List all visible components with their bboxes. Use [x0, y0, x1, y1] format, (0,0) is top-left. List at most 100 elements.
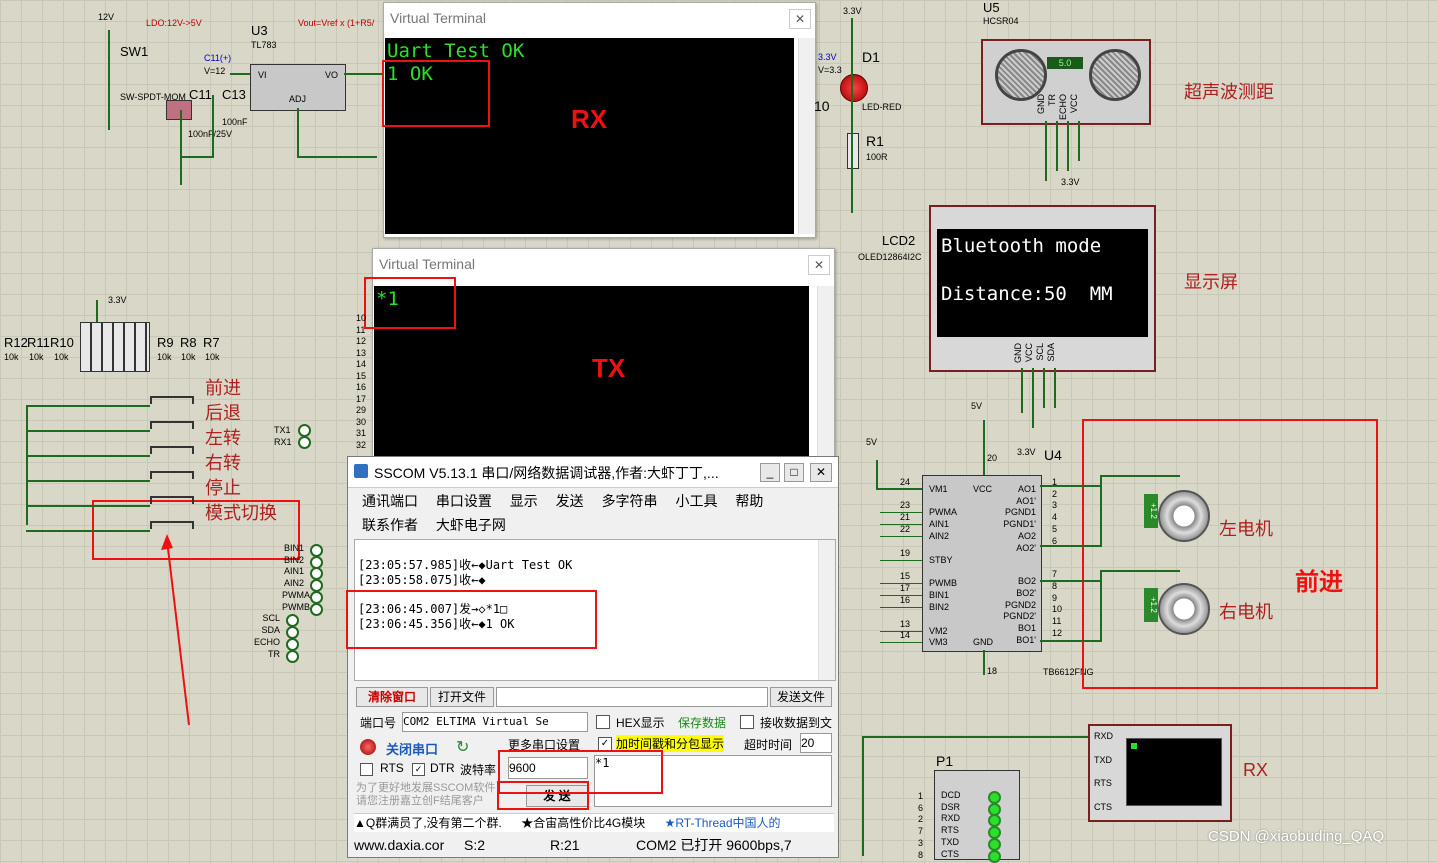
u4-pin-label: GND: [973, 637, 993, 647]
u4-pin-number: 6: [1052, 535, 1058, 546]
led-red[interactable]: [840, 74, 868, 102]
menu-multistring[interactable]: 多字符串: [602, 493, 658, 509]
vt-rx-title: Virtual Terminal: [384, 3, 815, 33]
send-file-button[interactable]: 发送文件: [770, 687, 832, 707]
mcu-pin-label: BIN1: [283, 543, 304, 553]
rx1-label: RX1: [274, 437, 292, 447]
log-scrollbar[interactable]: [818, 540, 835, 680]
maximize-button[interactable]: □: [784, 463, 804, 482]
open-file-button[interactable]: 打开文件: [430, 687, 494, 707]
display-caption: 显示屏: [1184, 272, 1238, 292]
save-data-button[interactable]: 保存数据: [678, 714, 726, 731]
lcd-v5: 5V: [971, 401, 983, 411]
vt-rx-scrollbar[interactable]: [798, 38, 815, 234]
menu-serial-settings[interactable]: 串口设置: [436, 493, 492, 509]
rts-label: RTS: [380, 761, 404, 775]
minimize-button[interactable]: _: [760, 463, 780, 482]
c13-label: C13: [222, 87, 246, 102]
rts-checkbox[interactable]: [360, 763, 373, 776]
p1-pin-label: DCD: [941, 790, 961, 800]
u4-pin-label: PGND1: [1004, 507, 1036, 518]
u5-label: U5: [983, 0, 1000, 15]
sscom-window[interactable]: SSCOM V5.13.1 串口/网络数据调试器,作者:大虾丁丁,... _ □…: [347, 456, 839, 858]
u3-adj: ADJ: [289, 94, 307, 104]
menu-help[interactable]: 帮助: [735, 493, 763, 509]
pin-terminal[interactable]: [286, 650, 299, 663]
push-button[interactable]: [150, 396, 194, 404]
u4-pin-label: PWMB: [929, 578, 957, 588]
u4-pin-number: 23: [900, 500, 911, 510]
port-status-icon: [360, 739, 376, 755]
rx1-terminal[interactable]: [298, 436, 311, 449]
mcu-pin-label: AIN1: [283, 566, 304, 577]
push-button[interactable]: [150, 421, 194, 429]
push-button[interactable]: [150, 471, 194, 479]
p1-pin-number: 7: [918, 826, 924, 837]
ticker-3[interactable]: ★RT-Thread中国人的: [665, 816, 781, 830]
u4-pin-number: 19: [900, 548, 911, 558]
lcd2-label: LCD2: [882, 233, 916, 248]
close-icon[interactable]: ✕: [789, 9, 811, 29]
ticker-2[interactable]: ★合宙高性价比4G模块: [521, 816, 645, 830]
file-path-input[interactable]: [496, 687, 768, 707]
u4-pin-label: AO1': [1016, 495, 1036, 506]
close-port-button[interactable]: 关闭串口: [386, 739, 438, 758]
menu-tools[interactable]: 小工具: [675, 493, 717, 509]
menu-send[interactable]: 发送: [556, 493, 584, 509]
pin-number: 10: [356, 313, 367, 323]
sscom-title: SSCOM V5.13.1 串口/网络数据调试器,作者:大虾丁丁,...: [374, 465, 719, 481]
arrow-icon: [161, 534, 190, 726]
u4-pin-label: BIN2: [929, 602, 950, 612]
u4-v5: 5V: [866, 437, 878, 447]
port-select[interactable]: COM2 ELTIMA Virtual Se: [402, 712, 588, 732]
u4-label: U4: [1044, 447, 1062, 463]
timeout-input[interactable]: 20: [800, 733, 832, 753]
p1-pin-terminal[interactable]: [988, 849, 1001, 863]
pin-number: 16: [356, 382, 367, 392]
menu-display[interactable]: 显示: [510, 493, 538, 509]
capacitor-c11[interactable]: [166, 100, 192, 120]
lcd-pin-label: VCC: [1024, 343, 1034, 363]
right-motor-icon[interactable]: [1158, 583, 1210, 635]
menu-port[interactable]: 通讯端口: [362, 493, 418, 509]
wire: [26, 480, 150, 482]
menu-daxia[interactable]: 大虾电子网: [436, 517, 506, 533]
dtr-checkbox[interactable]: ✓: [412, 763, 425, 776]
status-url[interactable]: www.daxia.cor: [354, 835, 444, 855]
close-icon[interactable]: ✕: [808, 255, 830, 275]
close-button[interactable]: ✕: [810, 463, 832, 482]
pin-terminal[interactable]: [310, 590, 323, 604]
recv-to-file-checkbox[interactable]: [740, 715, 754, 729]
resistor-bank[interactable]: [80, 322, 150, 372]
vt-tx-scrollbar[interactable]: [817, 286, 834, 458]
refresh-icon[interactable]: ↻: [456, 737, 469, 757]
u4-pin-number: 5: [1052, 523, 1058, 534]
pin-number: 29: [356, 405, 367, 415]
promo-text: 为了更好地发展SSCOM软件 请您注册嘉立创F结尾客户: [356, 782, 496, 807]
menu-contact[interactable]: 联系作者: [362, 517, 418, 533]
hex-display-checkbox[interactable]: [596, 715, 610, 729]
u4-pin-number: 8: [1052, 580, 1058, 591]
d1-v: 3.3V: [818, 52, 837, 62]
u4-pin-number: 17: [900, 583, 911, 593]
p1-pin-number: 1: [918, 791, 924, 801]
clear-window-button[interactable]: 清除窗口: [356, 687, 428, 707]
timestamp-checkbox[interactable]: ✓: [598, 737, 612, 751]
push-button[interactable]: [150, 496, 194, 504]
push-button[interactable]: [150, 521, 194, 529]
port-label: 端口号: [360, 716, 397, 730]
sscom-titlebar[interactable]: SSCOM V5.13.1 串口/网络数据调试器,作者:大虾丁丁,... _ □…: [348, 457, 838, 488]
button-caption: 停止: [205, 478, 241, 498]
u4-pin-label: PGND2': [1003, 611, 1036, 622]
p1-pin-terminal[interactable]: [988, 837, 1001, 851]
pin-terminal[interactable]: [310, 602, 323, 616]
resistor-r1[interactable]: [847, 133, 859, 169]
vout-note: Vout=Vref x (1+R5/: [298, 18, 375, 28]
push-button[interactable]: [150, 446, 194, 454]
left-motor-icon[interactable]: [1158, 490, 1210, 542]
u3-label: U3: [251, 23, 268, 38]
button-caption: 前进: [205, 378, 241, 398]
u4-pin-label: BO1: [1017, 623, 1036, 634]
ticker-1[interactable]: ▲Q群满员了,没有第二个群.: [354, 816, 502, 830]
wire: [880, 560, 922, 561]
